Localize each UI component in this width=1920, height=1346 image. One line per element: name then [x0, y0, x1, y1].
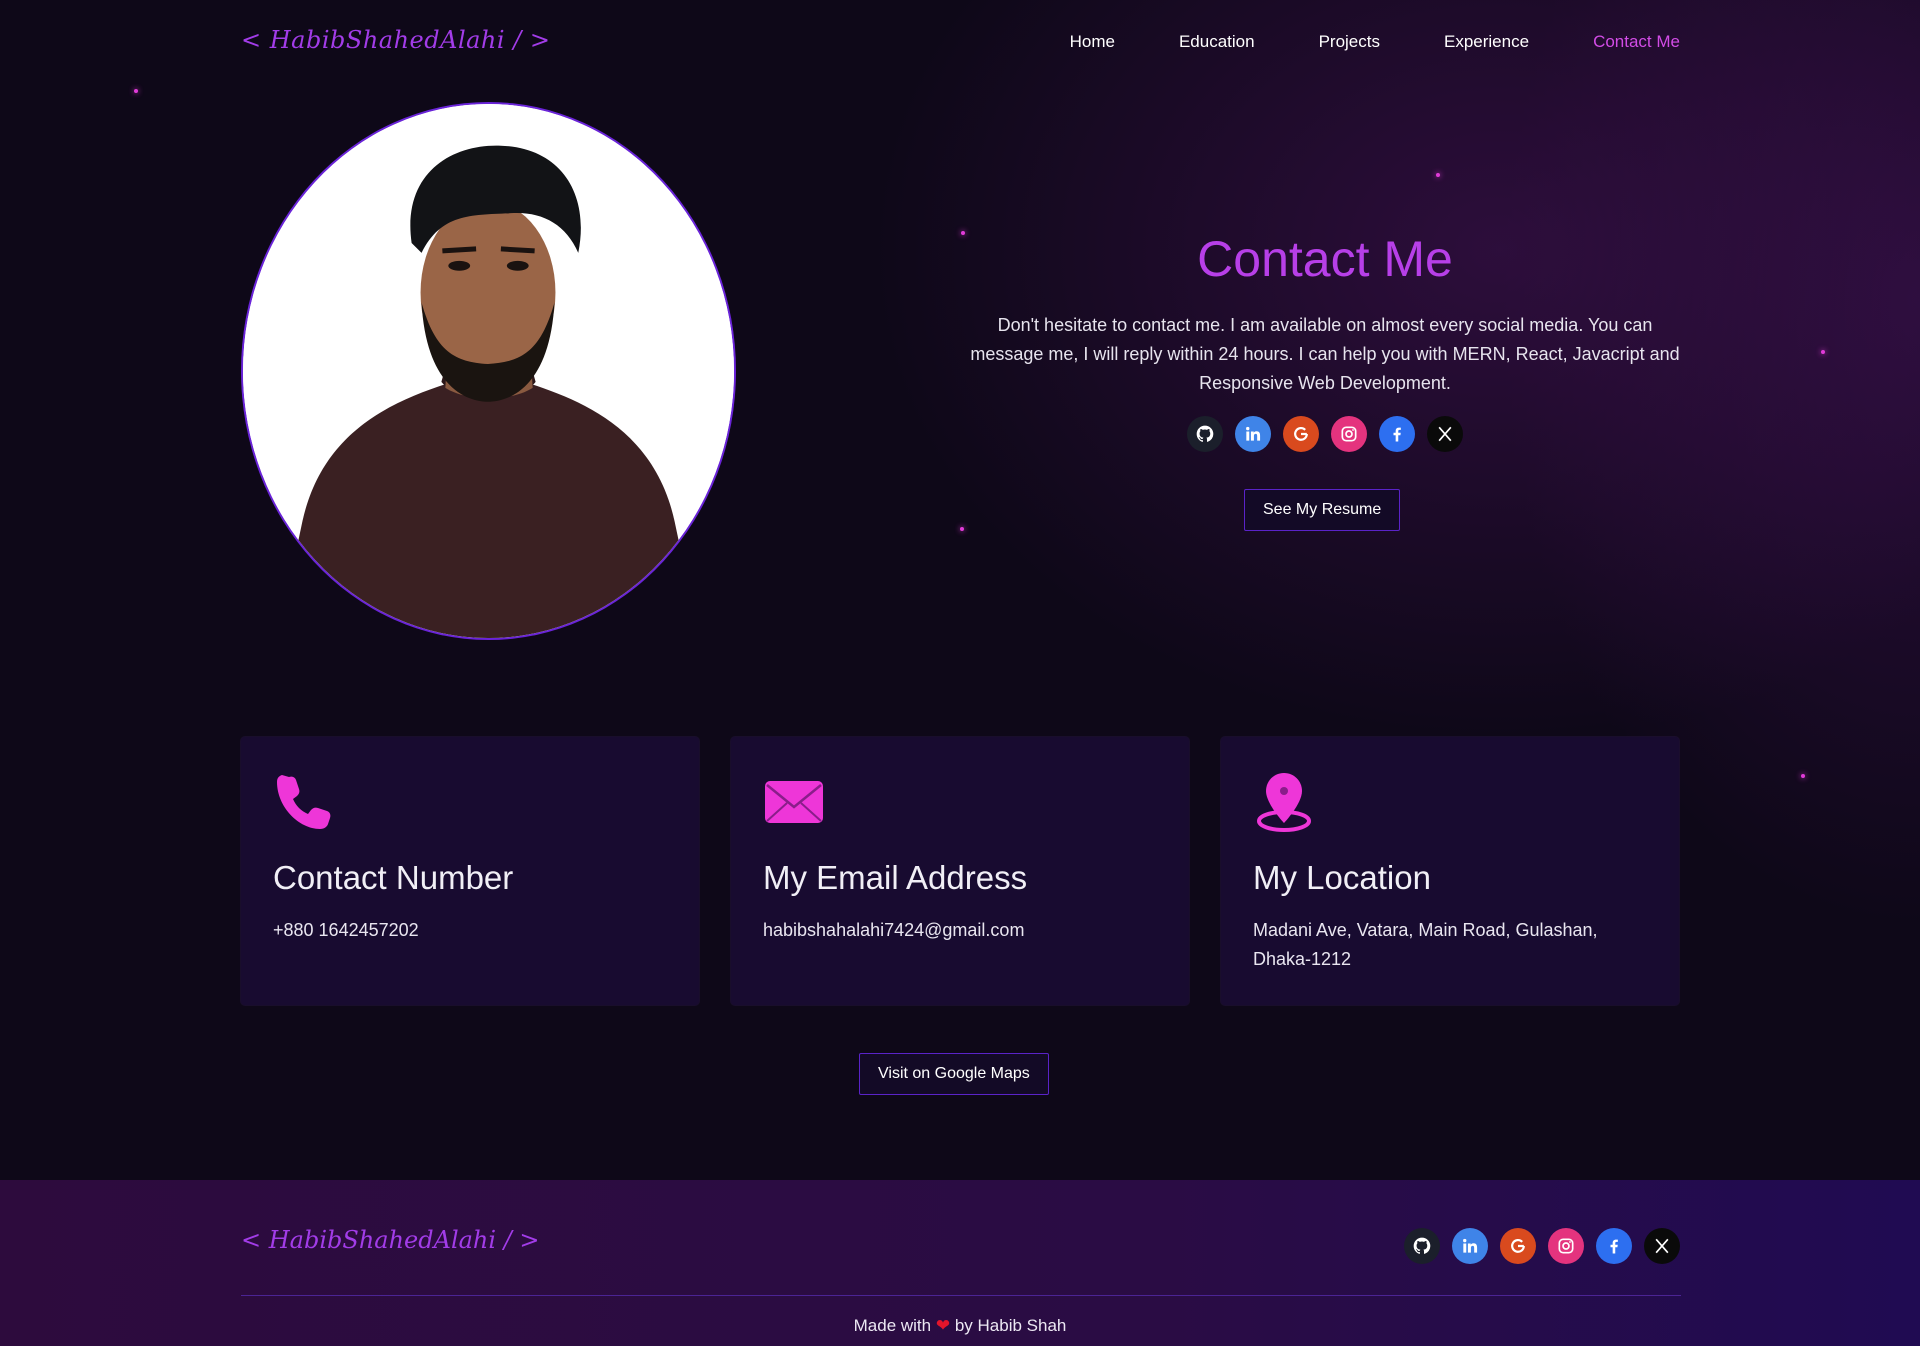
- footer-logo[interactable]: < HabibShahedAlahi / >: [241, 1226, 540, 1254]
- location-address: Madani Ave, Vatara, Main Road, Gulashan,…: [1253, 920, 1598, 969]
- envelope-icon: [763, 771, 825, 833]
- x-icon[interactable]: [1427, 416, 1463, 452]
- star-dot: [134, 89, 138, 93]
- nav-home[interactable]: Home: [1070, 32, 1115, 52]
- nav-projects[interactable]: Projects: [1319, 32, 1380, 52]
- hero-description: Don't hesitate to contact me. I am avail…: [970, 315, 1680, 393]
- facebook-icon[interactable]: [1379, 416, 1415, 452]
- github-icon[interactable]: [1404, 1228, 1440, 1264]
- google-maps-button[interactable]: Visit on Google Maps: [859, 1053, 1049, 1095]
- profile-photo: [241, 102, 736, 640]
- page-title: Contact Me: [1197, 231, 1453, 287]
- credit-suffix: by Habib Shah: [954, 1316, 1067, 1335]
- contact-number-card: Contact Number +880 1642457202: [241, 737, 699, 1005]
- phone-number: +880 1642457202: [273, 920, 419, 940]
- linkedin-icon[interactable]: [1452, 1228, 1488, 1264]
- nav-experience[interactable]: Experience: [1444, 32, 1529, 52]
- see-resume-button[interactable]: See My Resume: [1244, 489, 1401, 531]
- instagram-icon[interactable]: [1331, 416, 1367, 452]
- star-dot: [1821, 350, 1825, 354]
- location-pin-icon: [1253, 771, 1315, 833]
- nav-education[interactable]: Education: [1179, 32, 1255, 52]
- footer-social-links: [1404, 1228, 1680, 1264]
- star-dot: [1801, 774, 1805, 778]
- footer-credit: Made with ❤ by Habib Shah: [0, 1316, 1920, 1336]
- google-icon[interactable]: [1500, 1228, 1536, 1264]
- star-dot: [1436, 173, 1440, 177]
- facebook-icon[interactable]: [1596, 1228, 1632, 1264]
- x-icon[interactable]: [1644, 1228, 1680, 1264]
- card-title: Contact Number: [273, 859, 514, 896]
- nav-contact[interactable]: Contact Me: [1593, 32, 1680, 52]
- instagram-icon[interactable]: [1548, 1228, 1584, 1264]
- heart-icon: ❤: [935, 1316, 951, 1335]
- footer-divider: [241, 1295, 1681, 1296]
- phone-icon: [273, 771, 335, 833]
- card-title: My Location: [1253, 859, 1431, 896]
- linkedin-icon[interactable]: [1235, 416, 1271, 452]
- card-title: My Email Address: [763, 859, 1028, 896]
- github-icon[interactable]: [1187, 416, 1223, 452]
- credit-prefix: Made with: [853, 1316, 932, 1335]
- main-nav: Home Education Projects Experience Conta…: [1006, 32, 1680, 52]
- email-address: habibshahalahi7424@gmail.com: [763, 920, 1025, 940]
- google-icon[interactable]: [1283, 416, 1319, 452]
- email-card: My Email Address habibshahalahi7424@gmai…: [731, 737, 1189, 1005]
- site-logo[interactable]: < HabibShahedAlahi / >: [241, 26, 551, 54]
- hero-social-links: [1187, 416, 1463, 452]
- footer: < HabibShahedAlahi / > Made with ❤ by Ha…: [0, 1180, 1920, 1346]
- star-dot: [960, 527, 964, 531]
- location-card: My Location Madani Ave, Vatara, Main Roa…: [1221, 737, 1679, 1005]
